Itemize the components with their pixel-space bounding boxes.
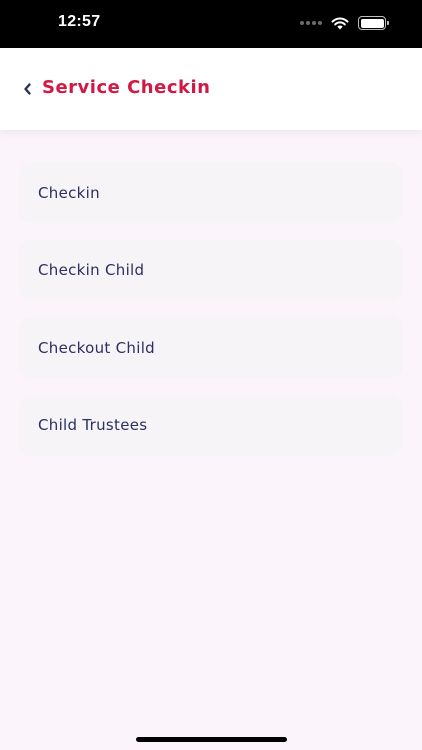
page-title: Service Checkin — [42, 77, 211, 98]
menu-item-child-trustees[interactable]: Child Trustees — [19, 394, 403, 456]
back-button[interactable] — [18, 78, 36, 100]
menu-item-checkout-child[interactable]: Checkout Child — [19, 317, 403, 378]
menu-item-checkin[interactable]: Checkin — [19, 162, 403, 223]
app-header: Service Checkin — [0, 48, 422, 130]
status-time: 12:57 — [58, 13, 101, 30]
menu-item-label: Checkout Child — [38, 338, 155, 357]
menu-item-label: Child Trustees — [38, 416, 148, 434]
chevron-left-icon — [24, 83, 31, 95]
menu-item-label: Checkin — [38, 183, 100, 202]
home-indicator[interactable] — [136, 737, 287, 742]
status-icons — [300, 14, 389, 32]
status-bar: 12:57 — [0, 0, 422, 48]
menu-item-label: Checkin Child — [38, 261, 145, 279]
cellular-signal-icon — [300, 21, 322, 25]
wifi-icon — [331, 17, 349, 29]
battery-icon — [358, 16, 389, 30]
menu-item-checkin-child[interactable]: Checkin Child — [19, 239, 403, 301]
menu-list: Checkin Checkin Child Checkout Child Chi… — [19, 162, 403, 472]
